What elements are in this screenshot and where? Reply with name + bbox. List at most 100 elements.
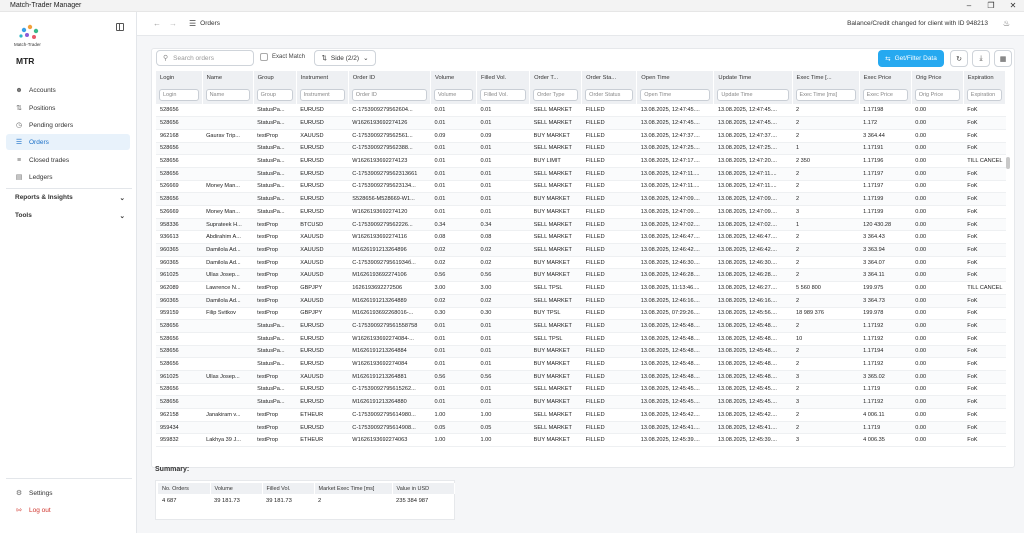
table-row[interactable]: 961025 Ullas Josep... testProp XAUUSD M16261… [156,370,1006,384]
search-input[interactable]: ⚲ Search orders [156,50,254,66]
reload-button[interactable]: ↻ [950,50,968,67]
section-reports-insights[interactable]: Reports & Insights ⌄ [15,194,125,202]
filter-input[interactable]: Order ID [351,88,427,101]
section-tools[interactable]: Tools ⌄ [15,212,125,220]
table-cell: 0.00 [911,383,964,397]
column-header[interactable]: Orig Price [911,71,964,85]
filter-input[interactable]: Expiration [966,88,1002,101]
vertical-scrollbar[interactable] [1006,157,1010,169]
download-button[interactable]: ⤓ [972,50,990,67]
column-header[interactable]: Volume [430,71,478,85]
table-cell: 0.01 [476,167,530,181]
table-row[interactable]: 528656 StatusPa... EURUSD W1626193692274126… [156,116,1006,130]
table-row[interactable]: 958336 Suprateek H... testProp BTCUSD C-1753… [156,218,1006,232]
table-row[interactable]: 962168 Gaurav Trip... testProp XAUUSD C-1753… [156,129,1006,143]
filter-input[interactable]: Name [205,88,250,101]
table-row[interactable]: 959832 Lakhya 39 J... testProp ETHEUR W16261… [156,433,1006,448]
table-cell: FoK [963,129,1006,143]
close-icon[interactable]: ✕ [1002,0,1024,12]
column-header[interactable]: Order Sta... [581,71,638,85]
table-row[interactable]: 528656 StatusPa... EURUSD M1626191213264880… [156,395,1006,409]
sidebar-item-ledgers[interactable]: ▤ Ledgers [6,169,130,185]
filter-input[interactable]: Exec Time [ms] [795,88,856,101]
table-row[interactable]: 962158 Janakiram v... testProp ETHEUR C-1753… [156,408,1006,422]
table-row[interactable]: 528656 StatusPa... EURUSD C-175390927956155… [156,319,1006,333]
column-header[interactable]: Name [202,71,254,85]
exact-match-toggle[interactable]: Exact Match [260,53,305,61]
filter-input[interactable]: Group [256,88,293,101]
table-row[interactable]: 528656 StatusPa... EURUSD C-175390927956260… [156,104,1006,118]
table-cell: Janakiram v... [202,408,254,422]
column-header[interactable]: Order T... [529,71,583,85]
table-row[interactable]: 960365 Damilola Ad... testProp XAUUSD M16261… [156,294,1006,308]
table-cell: StatusPa... [253,332,297,346]
filter-input[interactable]: Login [159,88,199,101]
column-header[interactable]: Exec Time [... [792,71,860,85]
table-row[interactable]: 962089 Lawrence N... testProp GBPJPY 1626193… [156,281,1006,295]
table-cell: 13.08.2025, 12:45:39.... [636,433,714,448]
table-row[interactable]: 959159 Filip Svitkov testProp GBPJPY M162619… [156,307,1006,321]
sidebar-item-pending-orders[interactable]: ◷ Pending orders [6,117,130,133]
forward-arrow-icon[interactable]: → [169,19,177,28]
table-row[interactable]: 528656 StatusPa... EURUSD M1626191213264884… [156,345,1006,359]
column-header[interactable]: Filled Vol. [476,71,531,85]
filter-input[interactable]: Order Status [585,88,634,101]
sidebar-item-accounts[interactable]: ☻ Accounts [6,82,130,98]
table-row[interactable]: 960365 Damilola Ad... testProp XAUUSD C-1753… [156,256,1006,270]
sidebar-item-closed-trades[interactable]: ≡ Closed trades [6,152,130,168]
filter-input[interactable]: Volume [433,88,474,101]
table-row[interactable]: 528656 StatusPa... EURUSD C-175390927956152… [156,383,1006,397]
filter-input[interactable]: Update Time [717,88,789,101]
column-header[interactable]: Update Time [713,71,793,85]
column-header[interactable]: Open Time [636,71,715,85]
exact-match-checkbox[interactable] [260,53,268,61]
table-row[interactable]: 528656 StatusPa... EURUSD S528656-M528669-W… [156,192,1006,206]
table-row[interactable]: 961025 Ullas Josep... testProp XAUUSD M16261… [156,268,1006,283]
sidebar-item-logout[interactable]: ⇰ Log out [6,502,130,518]
column-header[interactable]: Order ID [348,71,431,85]
get-filter-data-button[interactable]: ⇆ Get/Filter Data [878,50,944,67]
table-cell: 0.01 [430,142,477,156]
column-header[interactable]: Instrument [296,71,349,85]
table-cell: 2 350 [792,154,860,168]
column-header[interactable]: Exec Price [859,71,912,85]
table-cell: 1.17198 [859,104,912,118]
filter-input[interactable]: Exec Price [862,88,908,101]
table-row[interactable]: 960365 Damilola Ad... testProp XAUUSD M16261… [156,243,1006,257]
collapse-sidebar-icon[interactable] [116,23,124,31]
table-cell: FoK [963,256,1006,270]
column-header[interactable]: Login [156,71,203,85]
back-arrow-icon[interactable]: ← [153,19,161,28]
table-row[interactable]: 528656 StatusPa... EURUSD C-175390927956238… [156,142,1006,156]
table-row[interactable]: 936613 Abdirahim A... testProp XAUUSD W16261… [156,230,1006,245]
sidebar-item-positions[interactable]: ⇅ Positions [6,100,130,116]
restore-icon[interactable]: ❐ [980,0,1002,12]
sidebar-item-orders[interactable]: ☰ Orders [6,134,130,150]
filter-input[interactable]: Open Time [640,88,711,101]
table-row[interactable]: 528656 StatusPa... EURUSD C-175390927956231… [156,167,1006,181]
filter-input[interactable]: Orig Price [914,88,960,101]
column-header[interactable]: Expiration [963,71,1007,85]
table-cell: SELL MARKET [529,243,582,257]
filter-input[interactable]: Order Type [533,88,579,101]
table-cell: StatusPa... [253,154,297,168]
filter-input[interactable]: Filled Vol. [480,88,527,101]
table-cell: EURUSD [296,345,349,359]
table-row[interactable]: 528656 StatusPa... EURUSD W1626193692274123… [156,154,1006,168]
filter-input[interactable]: Instrument [299,88,345,101]
table-cell: 13.08.2025, 12:47:11.... [713,167,793,181]
bell-icon[interactable]: ♨ [1003,19,1010,28]
table-row[interactable]: 959434 testProp EURUSD C-1753909279561490­8… [156,421,1006,435]
columns-button[interactable]: ▦ [994,50,1012,67]
table-cell: 199.978 [859,307,912,321]
table-row[interactable]: 526669 Money Man... StatusPa... EURUSD W1626… [156,205,1006,219]
minimize-icon[interactable]: – [958,0,980,12]
table-row[interactable]: 528656 StatusPa... EURUSD W1626193692274084… [156,357,1006,371]
side-filter-dropdown[interactable]: ⇅ Side (2/2) ⌄ [314,50,376,66]
org-name: MTR [16,56,35,66]
table-row[interactable]: 528656 StatusPa... EURUSD W1626193692274084… [156,332,1006,346]
table-row[interactable]: 526669 Money Man... StatusPa... EURUSD C-175… [156,180,1006,194]
sidebar-item-settings[interactable]: ⚙ Settings [6,485,130,501]
column-header[interactable]: Group [253,71,297,85]
table-cell: FoK [963,357,1006,371]
